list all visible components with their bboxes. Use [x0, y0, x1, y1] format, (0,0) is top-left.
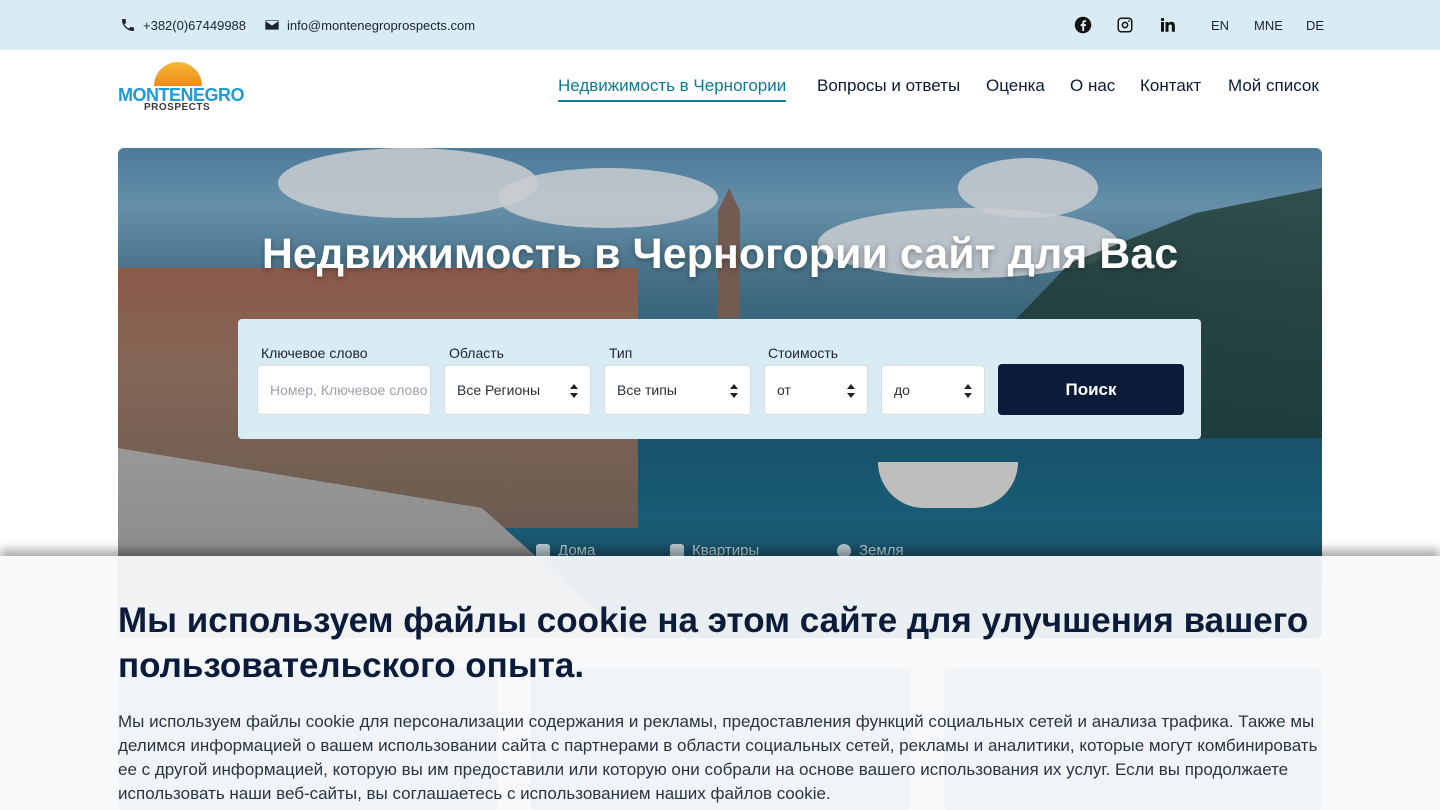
price-to-select[interactable]: до: [881, 365, 985, 415]
region-select-value: Все Регионы: [457, 382, 541, 398]
phone-link[interactable]: +382(0)67449988: [120, 0, 246, 50]
select-arrows-icon: [570, 384, 578, 398]
lang-en[interactable]: EN: [1211, 0, 1229, 50]
type-select[interactable]: Все типы: [604, 365, 751, 415]
facebook-link[interactable]: [1073, 15, 1093, 35]
price-to-value: до: [894, 382, 910, 398]
lang-mne[interactable]: MNE: [1254, 0, 1283, 50]
cookie-title: Мы используем файлы cookie на этом сайте…: [118, 601, 1309, 685]
logo-line2: PROSPECTS: [144, 102, 211, 113]
select-arrows-icon: [730, 384, 738, 398]
phone-text: +382(0)67449988: [143, 17, 247, 33]
nav-item-about[interactable]: О нас: [1070, 76, 1115, 100]
region-select[interactable]: Все Регионы: [444, 365, 591, 415]
lang-de[interactable]: DE: [1306, 0, 1324, 50]
instagram-link[interactable]: [1115, 15, 1135, 35]
region-label: Область: [449, 345, 504, 361]
nav-item-valuation[interactable]: Оценка: [986, 76, 1045, 100]
cookie-banner: Мы используем файлы cookie на этом сайте…: [0, 556, 1440, 810]
linkedin-icon: [1160, 17, 1175, 32]
nav-item-faq[interactable]: Вопросы и ответы: [817, 76, 960, 100]
site-logo[interactable]: MONTENEGRO PROSPECTS: [118, 60, 245, 116]
select-arrows-icon: [964, 384, 972, 398]
envelope-icon: [265, 20, 279, 30]
facebook-icon: [1074, 16, 1092, 34]
keyword-input[interactable]: Номер, Ключевое слово: [257, 365, 431, 415]
keyword-label: Ключевое слово: [261, 345, 368, 361]
price-from-select[interactable]: от: [764, 365, 868, 415]
price-label: Стоимость: [768, 345, 839, 361]
logo-sun: [154, 62, 202, 86]
phone-icon: [122, 19, 134, 31]
nav-item-my-list[interactable]: Мой список: [1228, 76, 1319, 100]
search-panel: Ключевое слово Номер, Ключевое слово Обл…: [238, 319, 1201, 439]
hero-title: Недвижимость в Черногории сайт для Вас: [261, 230, 1179, 278]
type-select-value: Все типы: [617, 382, 677, 398]
search-button[interactable]: Поиск: [998, 364, 1184, 415]
top-bar: +382(0)67449988 info@montenegroprospects…: [0, 0, 1440, 50]
type-label: Тип: [609, 345, 633, 361]
select-arrows-icon: [847, 384, 855, 398]
linkedin-link[interactable]: [1157, 15, 1177, 35]
cookie-text: Мы используем файлы cookie для персонали…: [118, 712, 1318, 803]
instagram-icon: [1117, 17, 1133, 33]
nav-item-real-estate[interactable]: Недвижимость в Черногории: [558, 76, 787, 102]
email-link[interactable]: info@montenegroprospects.com: [264, 0, 475, 50]
email-text: info@montenegroprospects.com: [287, 17, 476, 33]
price-from-value: от: [777, 382, 791, 398]
nav-item-contact[interactable]: Контакт: [1140, 76, 1201, 100]
